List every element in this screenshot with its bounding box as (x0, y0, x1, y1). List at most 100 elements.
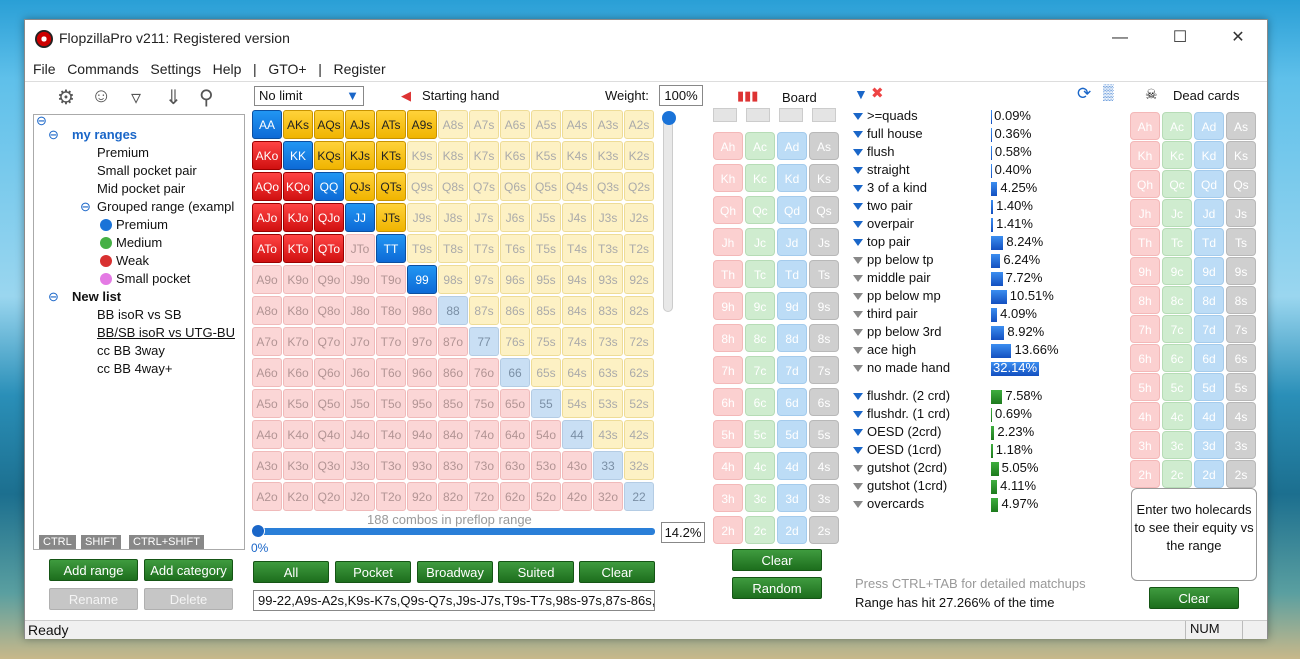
board-card[interactable]: Td (777, 260, 807, 288)
hand-cell[interactable]: Q3s (593, 172, 623, 201)
board-card[interactable]: 4d (777, 452, 807, 480)
hand-cell[interactable]: Q8s (438, 172, 468, 201)
board-card[interactable]: 2s (809, 516, 839, 544)
board-clear-button[interactable]: Clear (732, 549, 822, 571)
hand-cell[interactable]: J6o (345, 358, 375, 387)
hand-cell[interactable]: Q2o (314, 482, 344, 511)
filter-icon[interactable] (853, 311, 863, 319)
delete-button[interactable]: Delete (144, 588, 233, 610)
stat-label[interactable]: third pair (853, 306, 918, 321)
collapse-icon[interactable]: ⊖ (36, 115, 47, 129)
hand-cell[interactable]: T4o (376, 420, 406, 449)
board-card[interactable]: 8c (745, 324, 775, 352)
board-card[interactable]: Qs (809, 196, 839, 224)
hand-cell[interactable]: 52s (624, 389, 654, 418)
stat-label[interactable]: pp below 3rd (853, 324, 941, 339)
board-slot[interactable] (713, 108, 737, 122)
dead-card[interactable]: Ts (1226, 228, 1256, 256)
tree-root-my-ranges[interactable]: my ranges (72, 127, 137, 142)
close-button[interactable]: ✕ (1215, 24, 1261, 52)
board-card[interactable]: Th (713, 260, 743, 288)
rename-button[interactable]: Rename (49, 588, 138, 610)
stat-label[interactable]: no made hand (853, 360, 950, 375)
board-card[interactable]: 6h (713, 388, 743, 416)
range-text-input[interactable]: 99-22,A9s-A2s,K9s-K7s,Q9s-Q7s,J9s-J7s,T9… (253, 590, 655, 611)
menu-gto[interactable]: GTO+ (268, 56, 306, 82)
hand-cell[interactable]: 93o (407, 451, 437, 480)
hand-cell[interactable]: A5s (531, 110, 561, 139)
hand-cell[interactable]: A7s (469, 110, 499, 139)
hand-cell[interactable]: AQs (314, 110, 344, 139)
filter-icon[interactable] (853, 257, 863, 265)
hand-cell[interactable]: KJo (283, 203, 313, 232)
board-card[interactable]: Js (809, 228, 839, 256)
dead-card[interactable]: Jh (1130, 199, 1160, 227)
gear-icon[interactable]: ⚙ (57, 85, 75, 110)
hand-cell[interactable]: J9o (345, 265, 375, 294)
board-card[interactable]: 6s (809, 388, 839, 416)
import-icon[interactable]: ⇓ (165, 85, 182, 110)
grouped-item[interactable]: Small pocket (100, 271, 190, 286)
board-card[interactable]: 4h (713, 452, 743, 480)
board-card[interactable]: Jc (745, 228, 775, 256)
tree-item[interactable]: Grouped range (exampl (97, 199, 234, 214)
stat-label[interactable]: overpair (853, 216, 914, 231)
board-card[interactable]: Kc (745, 164, 775, 192)
board-card[interactable]: 9s (809, 292, 839, 320)
minimize-button[interactable]: — (1097, 24, 1143, 52)
hand-cell[interactable]: 99 (407, 265, 437, 294)
hand-cell[interactable]: KQo (283, 172, 313, 201)
hand-cell[interactable]: Q8o (314, 296, 344, 325)
hand-cell[interactable]: A2s (624, 110, 654, 139)
grouped-item[interactable]: Premium (100, 217, 168, 232)
stat-label[interactable]: ace high (853, 342, 916, 357)
board-card[interactable]: Kd (777, 164, 807, 192)
menu-settings[interactable]: Settings (150, 56, 201, 82)
stat-label[interactable]: pp below tp (853, 252, 934, 267)
collapse-icon[interactable]: ⊖ (48, 289, 59, 305)
hand-cell[interactable]: 62s (624, 358, 654, 387)
board-card[interactable]: Ad (777, 132, 807, 160)
stat-label[interactable]: gutshot (2crd) (853, 460, 947, 475)
board-slot[interactable] (746, 108, 770, 122)
hand-cell[interactable]: 64o (500, 420, 530, 449)
hand-cell[interactable]: 53o (531, 451, 561, 480)
hand-cell[interactable]: Q4s (562, 172, 592, 201)
hand-cell[interactable]: T8s (438, 234, 468, 263)
hand-cell[interactable]: KTo (283, 234, 313, 263)
tree-item[interactable]: BB isoR vs SB (97, 307, 182, 322)
hand-cell[interactable]: AJs (345, 110, 375, 139)
clear-filter-icon[interactable]: ✖ (871, 84, 884, 102)
board-card[interactable]: 7d (777, 356, 807, 384)
hand-cell[interactable]: KTs (376, 141, 406, 170)
hand-cell[interactable]: J4o (345, 420, 375, 449)
dead-card[interactable]: 5c (1162, 373, 1192, 401)
hand-cell[interactable]: AKs (283, 110, 313, 139)
hand-cell[interactable]: 65o (500, 389, 530, 418)
hand-cell[interactable]: 85o (438, 389, 468, 418)
dead-card[interactable]: Qh (1130, 170, 1160, 198)
hand-cell[interactable]: 86s (500, 296, 530, 325)
stat-label[interactable]: >=quads (853, 108, 918, 123)
hand-cell[interactable]: 83o (438, 451, 468, 480)
hand-cell[interactable]: K3o (283, 451, 313, 480)
hand-cell[interactable]: K8s (438, 141, 468, 170)
hand-cell[interactable]: K7s (469, 141, 499, 170)
hand-cell[interactable]: AKo (252, 141, 282, 170)
hand-cell[interactable]: 63o (500, 451, 530, 480)
hand-cell[interactable]: Q6s (500, 172, 530, 201)
board-card[interactable]: 4c (745, 452, 775, 480)
hand-cell[interactable]: J4s (562, 203, 592, 232)
board-card[interactable]: 2d (777, 516, 807, 544)
dead-card[interactable]: Ad (1194, 112, 1224, 140)
hand-cell[interactable]: J8s (438, 203, 468, 232)
filter-add-icon[interactable]: ▿ (131, 85, 141, 110)
dead-card[interactable]: 2c (1162, 460, 1192, 488)
hand-cell[interactable]: 96o (407, 358, 437, 387)
hand-cell[interactable]: 74o (469, 420, 499, 449)
filter-icon[interactable] (853, 221, 863, 229)
hand-cell[interactable]: J8o (345, 296, 375, 325)
hand-cell[interactable]: 32o (593, 482, 623, 511)
hand-cell[interactable]: A6s (500, 110, 530, 139)
dead-card[interactable]: 7d (1194, 315, 1224, 343)
